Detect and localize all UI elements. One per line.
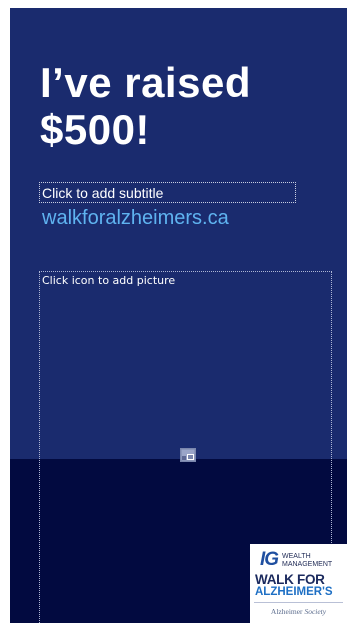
logo-divider	[254, 602, 343, 603]
subtitle-placeholder-text[interactable]: Click to add subtitle	[42, 184, 163, 202]
walk-for-alzheimers-logo: IG WEALTH MANAGEMENT WALK FOR ALZHEIMER'…	[250, 544, 347, 623]
subtitle-placeholder-box[interactable]: Click to add subtitle	[39, 182, 296, 203]
website-text[interactable]: walkforalzheimers.ca	[42, 205, 229, 231]
insert-picture-icon[interactable]	[180, 448, 196, 462]
alzheimer-society-text: Alzheimer Society	[250, 607, 347, 616]
slide: I’ve raised $500! Click to add subtitle …	[10, 8, 347, 623]
alzheimer-society-word: Society	[304, 607, 327, 616]
wealth-management-text: WEALTH MANAGEMENT	[282, 553, 333, 568]
alzheimers-text: ALZHEIMER'S	[255, 586, 333, 598]
headline[interactable]: I’ve raised $500!	[40, 59, 340, 153]
ig-logo-mark: IG	[260, 549, 279, 570]
picture-placeholder-text: Click icon to add picture	[42, 274, 176, 287]
alzheimer-society-name: Alzheimer	[270, 607, 303, 616]
walk-for-text: WALK FOR	[255, 572, 325, 587]
